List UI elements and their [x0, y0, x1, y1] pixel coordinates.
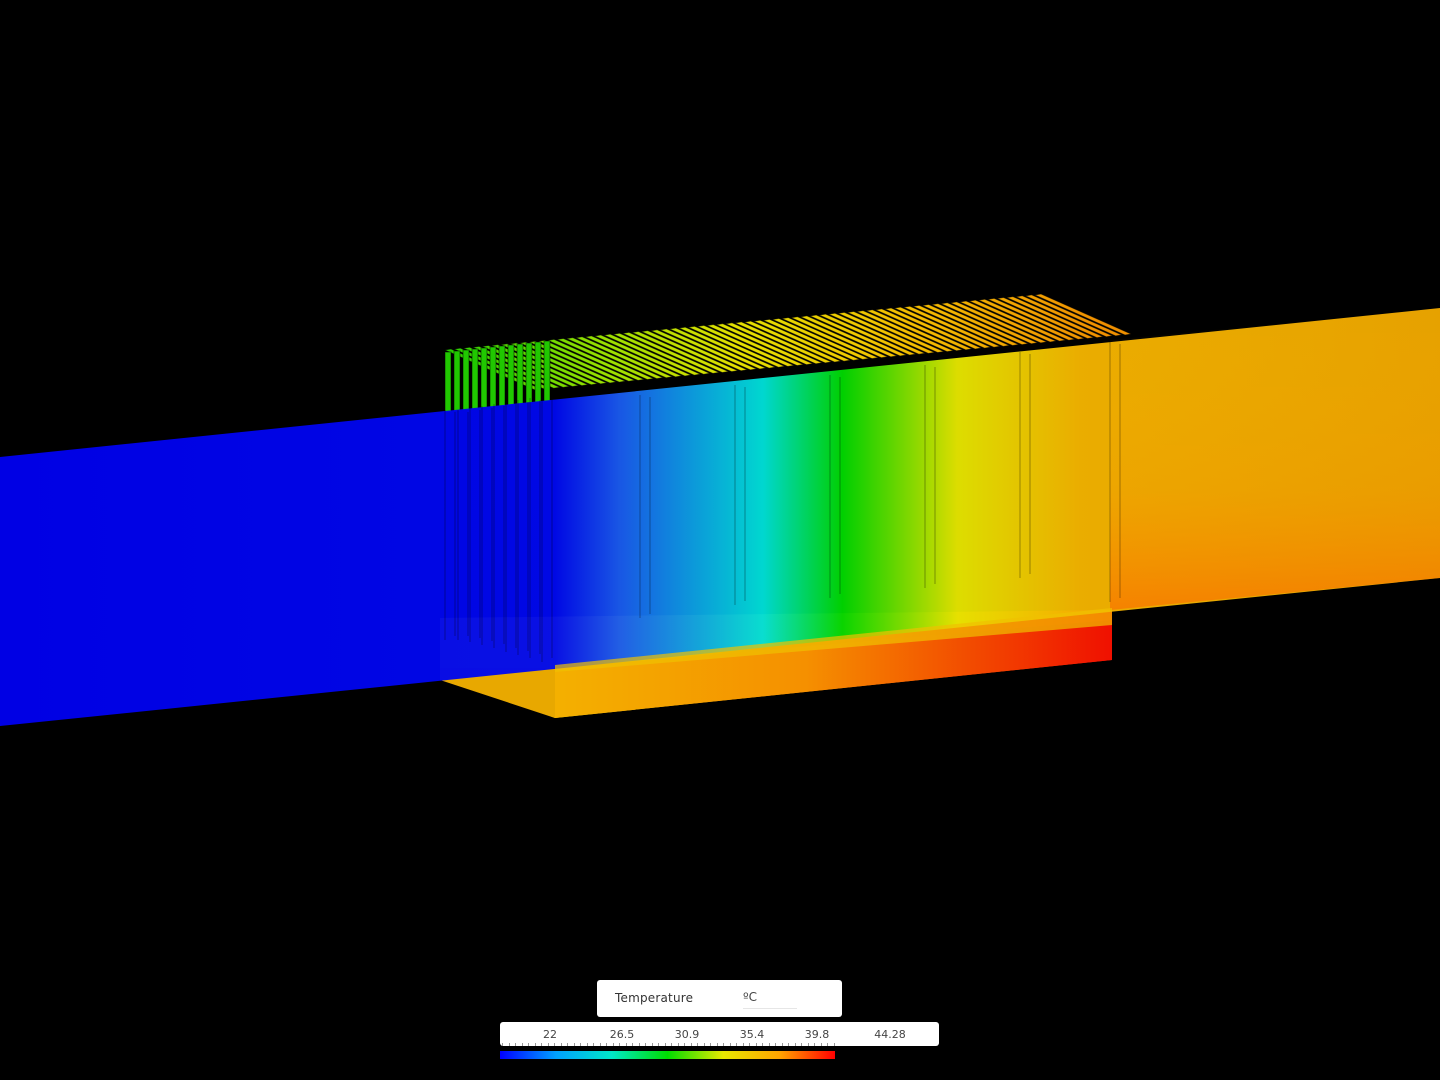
- legend-minor-tick: [755, 1043, 757, 1046]
- legend-minor-tick: [534, 1043, 536, 1046]
- legend-minor-tick: [638, 1043, 640, 1046]
- legend-minor-tick: [814, 1043, 815, 1046]
- legend-minor-tick: [560, 1043, 562, 1046]
- legend-minor-tick: [801, 1043, 802, 1046]
- legend-minor-tick: [749, 1043, 750, 1046]
- fin-face: [489, 346, 497, 408]
- fin-face: [507, 344, 515, 406]
- legend-minor-tick: [723, 1043, 724, 1046]
- legend-minor-tick: [599, 1043, 601, 1046]
- legend-header: Temperature ºC: [597, 980, 842, 1017]
- legend-minor-tick: [677, 1043, 679, 1046]
- legend-minor-tick: [742, 1043, 744, 1046]
- legend-minor-tick: [632, 1043, 633, 1046]
- legend-minor-tick: [580, 1043, 581, 1046]
- legend-minor-tick: [651, 1043, 653, 1046]
- legend-minor-tick: [768, 1043, 770, 1046]
- legend-minor-tick: [658, 1043, 659, 1046]
- legend-colorbar: [500, 1051, 835, 1059]
- legend-quantity-label: Temperature: [615, 991, 694, 1005]
- legend-minor-tick: [703, 1043, 705, 1046]
- legend-minor-tick: [684, 1043, 685, 1046]
- legend-minor-tick: [515, 1043, 516, 1046]
- legend-minor-tick: [671, 1043, 672, 1046]
- legend-minor-tick: [827, 1043, 828, 1046]
- fin-face: [516, 343, 524, 405]
- fin-face: [462, 349, 470, 411]
- fin-face: [453, 350, 461, 412]
- legend-minor-tick: [606, 1043, 607, 1046]
- legend-minor-tick: [820, 1043, 822, 1046]
- legend-minor-tick: [573, 1043, 575, 1046]
- fin-face: [498, 345, 506, 407]
- fin-face: [534, 341, 542, 403]
- legend-minor-tick: [807, 1043, 809, 1046]
- legend-minor-tick: [612, 1043, 614, 1046]
- fin-face: [480, 347, 488, 409]
- legend-tick-label: 39.8: [804, 1028, 830, 1041]
- legend-minor-tick: [645, 1043, 646, 1046]
- fin-face: [543, 340, 551, 402]
- heat-sink-temperature-scene[interactable]: [0, 0, 1440, 1080]
- legend-minor-tick: [710, 1043, 711, 1046]
- legend-tick-label: 22: [543, 1028, 557, 1041]
- legend-minor-tick: [567, 1043, 568, 1046]
- legend-minor-tick: [521, 1043, 523, 1046]
- legend-tick-label: 35.4: [739, 1028, 765, 1041]
- fin-face: [471, 348, 479, 410]
- legend-minor-tick: [788, 1043, 789, 1046]
- legend-minor-tick: [502, 1043, 503, 1046]
- legend-minor-tick: [664, 1043, 666, 1046]
- legend-tick-label: 30.9: [674, 1028, 700, 1041]
- legend-minor-tick: [716, 1043, 718, 1046]
- legend-minor-tick: [690, 1043, 692, 1046]
- legend-unit-selector[interactable]: ºC: [743, 990, 798, 1009]
- 3d-viewport[interactable]: Temperature ºC 22 26.5 30.9 35.4 39.8 44…: [0, 0, 1440, 1080]
- legend-minor-tick: [729, 1043, 731, 1046]
- legend-tick-label: 26.5: [609, 1028, 635, 1041]
- legend-minor-tick: [593, 1043, 594, 1046]
- legend-minor-tick: [775, 1043, 776, 1046]
- legend-minor-tick: [586, 1043, 588, 1046]
- legend-minor-tick: [554, 1043, 555, 1046]
- fin-face: [444, 351, 452, 413]
- legend-minor-tick: [833, 1043, 835, 1046]
- legend-minor-tick: [528, 1043, 529, 1046]
- legend-minor-tick: [619, 1043, 620, 1046]
- legend-minor-tick: [762, 1043, 763, 1046]
- legend-minor-tick: [541, 1043, 542, 1046]
- legend-minor-tick: [794, 1043, 796, 1046]
- legend-minor-tick: [736, 1043, 737, 1046]
- legend-tick-bar: 22 26.5 30.9 35.4 39.8 44.28: [500, 1022, 939, 1046]
- legend-minor-tick: [697, 1043, 698, 1046]
- legend-tick-label: 44.28: [874, 1028, 906, 1041]
- legend-minor-tick: [625, 1043, 627, 1046]
- fin-face: [525, 342, 533, 404]
- legend-minor-tick: [508, 1043, 510, 1046]
- legend-minor-tick: [547, 1043, 549, 1046]
- legend-minor-tick: [781, 1043, 783, 1046]
